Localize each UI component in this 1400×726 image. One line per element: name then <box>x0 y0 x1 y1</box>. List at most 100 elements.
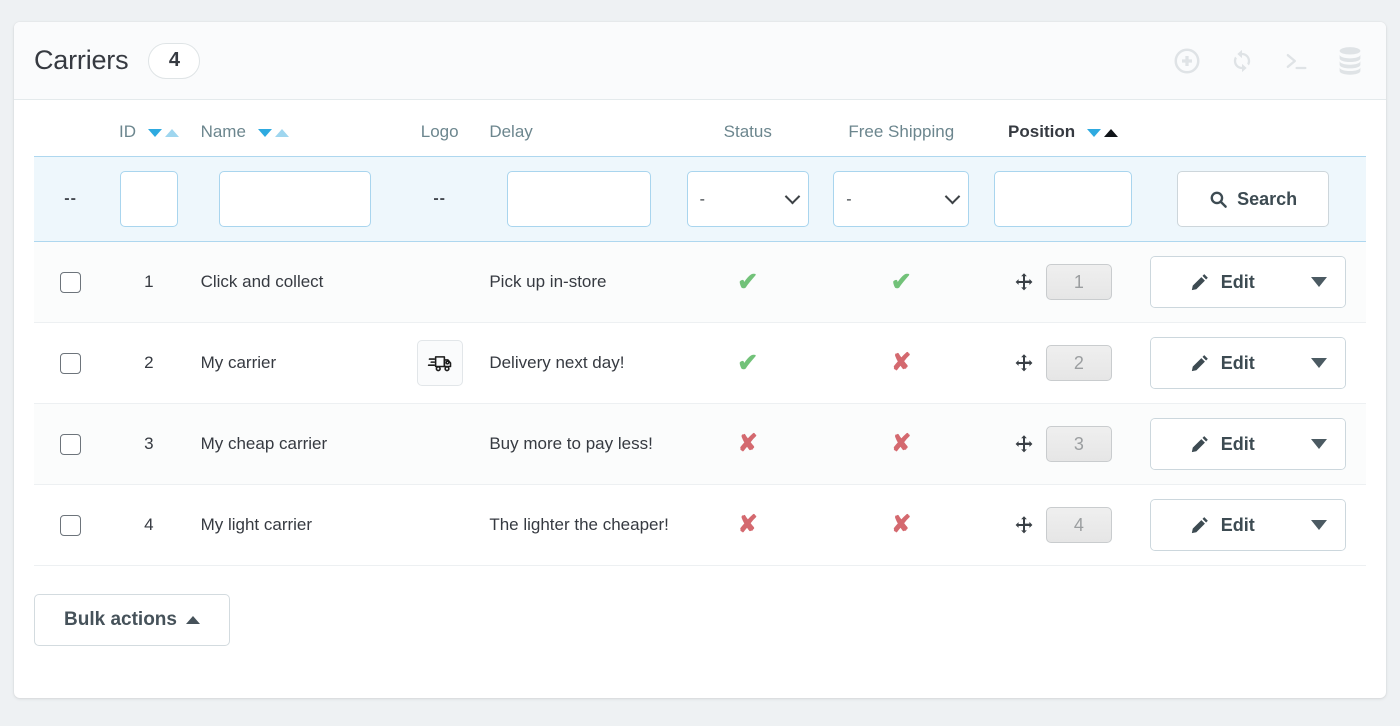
cell-delay: The lighter the cheaper! <box>479 485 678 566</box>
column-header-delay: Delay <box>479 100 678 157</box>
position-input <box>1046 507 1112 543</box>
cell-delay: Pick up in-store <box>479 242 678 323</box>
drag-handle-icon[interactable] <box>1014 434 1034 454</box>
caret-down-icon <box>1311 277 1327 287</box>
table-body: -- -- <box>34 157 1366 566</box>
column-label-position: Position <box>1008 122 1075 141</box>
edit-button-group: Edit <box>1150 499 1346 551</box>
cell-free-shipping: ✔ <box>817 242 986 323</box>
page-title: Carriers <box>34 45 128 76</box>
filter-select-status[interactable]: - <box>687 171 809 227</box>
table-row: 2 My carrier <box>34 323 1366 404</box>
sort-desc-icon-name[interactable] <box>258 129 272 137</box>
filter-input-position[interactable] <box>994 171 1132 227</box>
column-header-position[interactable]: Position <box>986 100 1141 157</box>
pencil-icon <box>1190 353 1210 373</box>
edit-button[interactable]: Edit <box>1151 500 1293 550</box>
cell-name: My light carrier <box>191 485 400 566</box>
cell-status: ✘ <box>679 485 817 566</box>
position-input <box>1046 345 1112 381</box>
pencil-icon <box>1190 434 1210 454</box>
cell-position <box>986 323 1141 404</box>
filter-dash-logo: -- <box>433 190 446 207</box>
cell-delay: Buy more to pay less! <box>479 404 678 485</box>
cell-logo <box>400 323 479 404</box>
bulk-actions-button[interactable]: Bulk actions <box>34 594 230 646</box>
sort-asc-icon-position[interactable] <box>1104 129 1118 137</box>
column-label-delay: Delay <box>489 122 532 141</box>
row-checkbox[interactable] <box>60 515 81 536</box>
status-no-icon: ✘ <box>738 511 758 538</box>
cell-logo <box>400 242 479 323</box>
sort-asc-icon-name[interactable] <box>275 129 289 137</box>
edit-button-group: Edit <box>1150 337 1346 389</box>
cell-id: 3 <box>107 404 190 485</box>
filter-cell-free-shipping: - <box>817 157 986 242</box>
sort-desc-icon-position[interactable] <box>1087 129 1101 137</box>
status-yes-icon: ✔ <box>737 349 758 377</box>
filter-select-free-shipping-wrap: - <box>833 171 969 227</box>
delivery-truck-icon <box>426 349 454 377</box>
filter-select-free-shipping[interactable]: - <box>833 171 969 227</box>
card-footer: Bulk actions <box>14 566 1386 646</box>
cell-logo <box>400 404 479 485</box>
card-header: Carriers 4 <box>14 22 1386 100</box>
drag-handle-icon[interactable] <box>1014 272 1034 292</box>
cell-free-shipping: ✘ <box>817 404 986 485</box>
bulk-actions-label: Bulk actions <box>64 609 177 631</box>
column-label-free-shipping: Free Shipping <box>848 122 954 141</box>
drag-handle-icon[interactable] <box>1014 515 1034 535</box>
caret-down-icon <box>1311 520 1327 530</box>
edit-dropdown-toggle[interactable] <box>1293 257 1345 307</box>
terminal-icon[interactable] <box>1282 47 1310 75</box>
row-checkbox[interactable] <box>60 434 81 455</box>
cell-logo <box>400 485 479 566</box>
cell-actions: Edit <box>1140 323 1366 404</box>
row-select-cell <box>34 485 107 566</box>
search-icon <box>1209 190 1228 209</box>
edit-dropdown-toggle[interactable] <box>1293 338 1345 388</box>
pencil-icon <box>1190 515 1210 535</box>
filter-select-status-wrap: - <box>687 171 809 227</box>
edit-button-label: Edit <box>1221 434 1255 455</box>
search-button[interactable]: Search <box>1177 171 1329 227</box>
refresh-icon[interactable] <box>1228 47 1256 75</box>
filter-input-id[interactable] <box>120 171 178 227</box>
edit-button[interactable]: Edit <box>1151 257 1293 307</box>
filter-input-name[interactable] <box>219 171 371 227</box>
edit-button-label: Edit <box>1221 515 1255 536</box>
row-select-cell <box>34 323 107 404</box>
status-yes-icon: ✔ <box>737 268 758 296</box>
edit-dropdown-toggle[interactable] <box>1293 500 1345 550</box>
cell-name: My carrier <box>191 323 400 404</box>
caret-up-icon <box>186 616 200 624</box>
column-header-free-shipping: Free Shipping <box>817 100 986 157</box>
cell-free-shipping: ✘ <box>817 485 986 566</box>
page-root: Carriers 4 <box>0 0 1400 726</box>
edit-button-label: Edit <box>1221 272 1255 293</box>
database-icon[interactable] <box>1336 46 1364 76</box>
row-checkbox[interactable] <box>60 353 81 374</box>
edit-dropdown-toggle[interactable] <box>1293 419 1345 469</box>
cell-name: My cheap carrier <box>191 404 400 485</box>
edit-button[interactable]: Edit <box>1151 419 1293 469</box>
pencil-icon <box>1190 272 1210 292</box>
column-header-name[interactable]: Name <box>191 100 400 157</box>
row-checkbox[interactable] <box>60 272 81 293</box>
table-row: 1 Click and collect Pick up in-store ✔ ✔ <box>34 242 1366 323</box>
drag-handle-icon[interactable] <box>1014 353 1034 373</box>
cell-position <box>986 404 1141 485</box>
add-icon[interactable] <box>1172 46 1202 76</box>
filter-cell-checkbox: -- <box>34 157 107 242</box>
sort-desc-icon-id[interactable] <box>148 129 162 137</box>
sort-asc-icon-id[interactable] <box>165 129 179 137</box>
sort-controls-id <box>148 129 179 137</box>
column-header-id[interactable]: ID <box>107 100 190 157</box>
cell-id: 2 <box>107 323 190 404</box>
table-row: 4 My light carrier The lighter the cheap… <box>34 485 1366 566</box>
filter-cell-id <box>107 157 190 242</box>
filter-input-delay[interactable] <box>507 171 651 227</box>
column-header-status: Status <box>679 100 817 157</box>
edit-button[interactable]: Edit <box>1151 338 1293 388</box>
cell-delay: Delivery next day! <box>479 323 678 404</box>
